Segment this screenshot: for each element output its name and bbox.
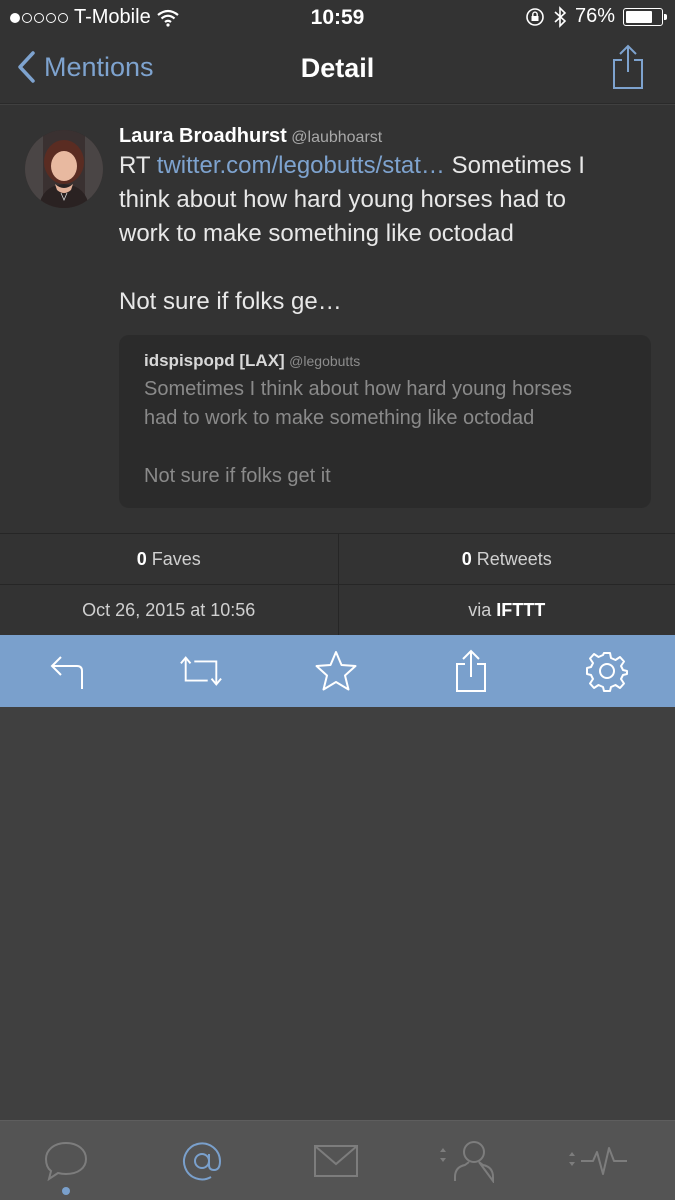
quoted-text-line3: Not sure if folks get it xyxy=(144,465,331,487)
avatar-photo xyxy=(25,130,103,208)
rotation-lock-icon xyxy=(526,7,544,26)
tab-mentions[interactable] xyxy=(172,1135,232,1187)
navigation-bar: Mentions Detail xyxy=(0,34,675,104)
gear-icon xyxy=(586,652,628,692)
tweet-text-line1: Sometimes I xyxy=(444,152,585,179)
status-bar: T-Mobile 10:59 76% xyxy=(0,0,675,34)
quoted-tweet-header: idspispopd [LAX] @legobutts xyxy=(144,351,360,371)
battery-percent: 76% xyxy=(574,5,615,27)
via-source[interactable]: via IFTTT xyxy=(337,585,675,635)
counts-row: 0 Faves 0 Retweets xyxy=(0,533,675,584)
retweet-icon xyxy=(180,656,222,686)
profile-icon xyxy=(440,1141,494,1183)
author-name[interactable]: Laura Broadhurst xyxy=(119,125,287,147)
at-mention-icon xyxy=(183,1142,222,1181)
settings-button[interactable] xyxy=(585,649,629,693)
via-app: IFTTT xyxy=(496,599,546,620)
tweet-detail: Laura Broadhurst @laubhoarst RT twitter.… xyxy=(0,105,675,533)
tweet-header: Laura Broadhurst @laubhoarst xyxy=(119,125,382,148)
avatar[interactable] xyxy=(25,130,103,208)
active-tab-indicator xyxy=(62,1187,70,1195)
retweets-label: Retweets xyxy=(471,548,552,569)
quoted-tweet-text: Sometimes I think about how hard young h… xyxy=(144,375,634,491)
meta-row: Oct 26, 2015 at 10:56 via IFTTT xyxy=(0,584,675,635)
faves-label: Faves xyxy=(146,548,201,569)
author-handle[interactable]: @laubhoarst xyxy=(291,129,382,146)
share-button[interactable] xyxy=(611,44,645,95)
status-right: 76% xyxy=(525,5,667,28)
tweet-stats: 0 Faves 0 Retweets Oct 26, 2015 at 10:56… xyxy=(0,533,675,635)
bluetooth-icon xyxy=(554,5,567,28)
mail-icon xyxy=(314,1145,358,1177)
reply-icon xyxy=(50,656,83,689)
tab-bar xyxy=(0,1120,675,1200)
share-tweet-button[interactable] xyxy=(449,649,493,693)
timestamp: Oct 26, 2015 at 10:56 xyxy=(82,599,256,620)
tab-messages[interactable] xyxy=(306,1135,366,1187)
quoted-author-name: idspispopd [LAX] xyxy=(144,351,285,370)
tweet-text-line4: Not sure if folks ge… xyxy=(119,288,342,315)
retweet-button[interactable] xyxy=(179,649,223,693)
tweet-text-line2: think about how hard young horses had to xyxy=(119,186,566,213)
tweet-text-line3: work to make something like octodad xyxy=(119,220,514,247)
tab-profile[interactable] xyxy=(436,1135,498,1187)
quoted-author-handle: @legobutts xyxy=(289,353,361,369)
tab-timeline[interactable] xyxy=(36,1135,96,1187)
reply-button[interactable] xyxy=(45,649,89,693)
share-icon xyxy=(613,44,643,89)
share-icon xyxy=(456,649,486,692)
retweets-number: 0 xyxy=(461,548,472,569)
retweets-count[interactable]: 0 Retweets xyxy=(337,534,675,584)
action-bar xyxy=(0,635,675,707)
tweet-link[interactable]: twitter.com/legobutts/stat… xyxy=(157,152,445,179)
chat-bubble-icon xyxy=(44,1141,88,1182)
via-label: via xyxy=(468,599,497,620)
favorite-button[interactable] xyxy=(314,649,358,693)
star-icon xyxy=(315,651,357,691)
tweet-text: RT twitter.com/legobutts/stat… Sometimes… xyxy=(119,149,659,319)
faves-count[interactable]: 0 Faves xyxy=(0,534,338,584)
retweet-prefix: RT xyxy=(119,152,157,179)
quoted-text-line1: Sometimes I think about how hard young h… xyxy=(144,378,573,400)
page-title: Detail xyxy=(300,53,375,83)
tab-activity[interactable] xyxy=(566,1135,630,1187)
quoted-text-line2: had to work to make something like octod… xyxy=(144,407,535,429)
activity-icon xyxy=(569,1147,627,1175)
faves-number: 0 xyxy=(136,548,147,569)
quoted-tweet[interactable]: idspispopd [LAX] @legobutts Sometimes I … xyxy=(119,335,651,508)
battery-icon xyxy=(623,7,667,26)
